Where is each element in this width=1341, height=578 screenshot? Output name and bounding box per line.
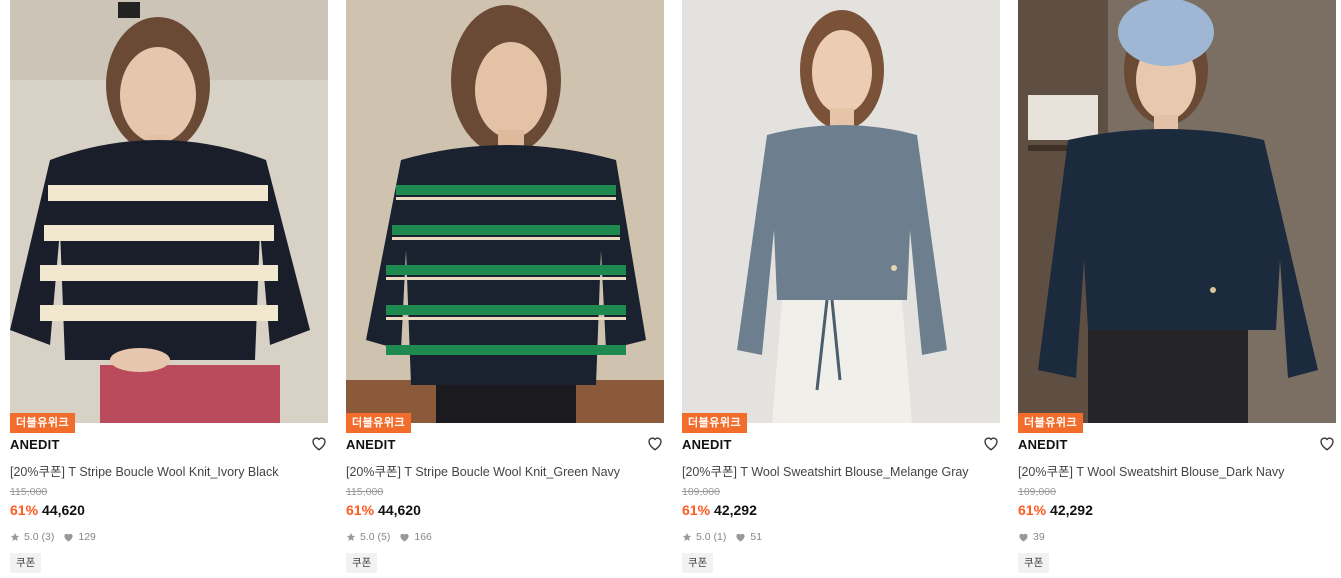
original-price: 115,000 <box>10 486 48 498</box>
price-row: 61% 44,620 <box>346 502 421 518</box>
rating-value: 5.0 <box>24 531 39 543</box>
discount-rate: 61% <box>346 502 375 518</box>
product-grid: 더블유위크 ANEDIT [20%쿠폰] T Stripe Boucle Woo… <box>0 0 1341 578</box>
heart-icon[interactable] <box>982 434 1000 452</box>
rating-value: 5.0 <box>696 531 711 543</box>
sale-price: 44,620 <box>378 502 421 518</box>
like-count: 51 <box>750 531 763 543</box>
price-row: 61% 42,292 <box>1018 502 1093 518</box>
likes: 166 <box>399 531 432 543</box>
star-icon <box>682 532 692 541</box>
product-image[interactable] <box>1018 0 1336 423</box>
rating: 5.0 (3) <box>10 531 54 543</box>
like-count: 129 <box>78 531 96 543</box>
discount-rate: 61% <box>10 502 39 518</box>
likes: 129 <box>63 531 96 543</box>
original-price: 115,000 <box>346 486 384 498</box>
like-count: 39 <box>1033 531 1045 543</box>
product-meta: 5.0 (1) 51 <box>682 531 771 543</box>
brand-name[interactable]: ANEDIT <box>682 437 732 452</box>
product-card[interactable]: 더블유위크 ANEDIT [20%쿠폰] T Stripe Boucle Woo… <box>346 0 664 578</box>
product-card[interactable]: 더블유위크 ANEDIT [20%쿠폰] T Wool Sweatshirt B… <box>682 0 1000 578</box>
star-icon <box>10 532 20 541</box>
product-title[interactable]: [20%쿠폰] T Stripe Boucle Wool Knit_Green … <box>346 461 620 480</box>
sale-price: 42,292 <box>1050 502 1093 518</box>
review-count: (5) <box>377 531 391 543</box>
like-count: 166 <box>414 531 432 543</box>
brand-name[interactable]: ANEDIT <box>1018 437 1068 452</box>
product-card[interactable]: 더블유위크 ANEDIT [20%쿠폰] T Wool Sweatshirt B… <box>1018 0 1336 578</box>
heart-filled-icon <box>736 533 745 542</box>
coupon-tag: 쿠폰 <box>10 553 42 573</box>
product-title[interactable]: [20%쿠폰] T Wool Sweatshirt Blouse_Dark Na… <box>1018 461 1284 480</box>
product-image[interactable] <box>682 0 1000 423</box>
discount-rate: 61% <box>1018 502 1047 518</box>
sale-price: 42,292 <box>714 502 757 518</box>
heart-icon[interactable] <box>1318 434 1336 452</box>
price-row: 61% 42,292 <box>682 502 757 518</box>
likes: 51 <box>735 531 762 543</box>
product-title[interactable]: [20%쿠폰] T Stripe Boucle Wool Knit_Ivory … <box>10 461 278 480</box>
review-count: (3) <box>41 531 55 543</box>
original-price: 109,000 <box>682 486 720 498</box>
event-badge: 더블유위크 <box>346 413 412 433</box>
rating: 5.0 (1) <box>682 531 726 543</box>
product-title[interactable]: [20%쿠폰] T Wool Sweatshirt Blouse_Melange… <box>682 461 969 480</box>
coupon-tag: 쿠폰 <box>682 553 714 573</box>
event-badge: 더블유위크 <box>682 413 748 433</box>
heart-filled-icon <box>1019 533 1028 542</box>
product-image[interactable] <box>346 0 664 423</box>
coupon-tag: 쿠폰 <box>1018 553 1050 573</box>
review-count: (1) <box>713 531 727 543</box>
coupon-tag: 쿠폰 <box>346 553 378 573</box>
product-meta: 5.0 (3) 129 <box>10 531 105 543</box>
product-meta: 39 <box>1018 531 1054 543</box>
product-meta: 5.0 (5) 166 <box>346 531 441 543</box>
original-price: 109,000 <box>1018 486 1056 498</box>
heart-filled-icon <box>400 533 409 542</box>
likes: 39 <box>1018 531 1045 543</box>
discount-rate: 61% <box>682 502 711 518</box>
brand-name[interactable]: ANEDIT <box>346 437 396 452</box>
heart-icon[interactable] <box>310 434 328 452</box>
star-icon <box>346 532 356 541</box>
brand-name[interactable]: ANEDIT <box>10 437 60 452</box>
rating-value: 5.0 <box>360 531 375 543</box>
event-badge: 더블유위크 <box>1018 413 1084 433</box>
heart-filled-icon <box>64 533 73 542</box>
price-row: 61% 44,620 <box>10 502 85 518</box>
event-badge: 더블유위크 <box>10 413 76 433</box>
heart-icon[interactable] <box>646 434 664 452</box>
product-card[interactable]: 더블유위크 ANEDIT [20%쿠폰] T Stripe Boucle Woo… <box>10 0 328 578</box>
sale-price: 44,620 <box>42 502 85 518</box>
product-image[interactable] <box>10 0 328 423</box>
rating: 5.0 (5) <box>346 531 390 543</box>
